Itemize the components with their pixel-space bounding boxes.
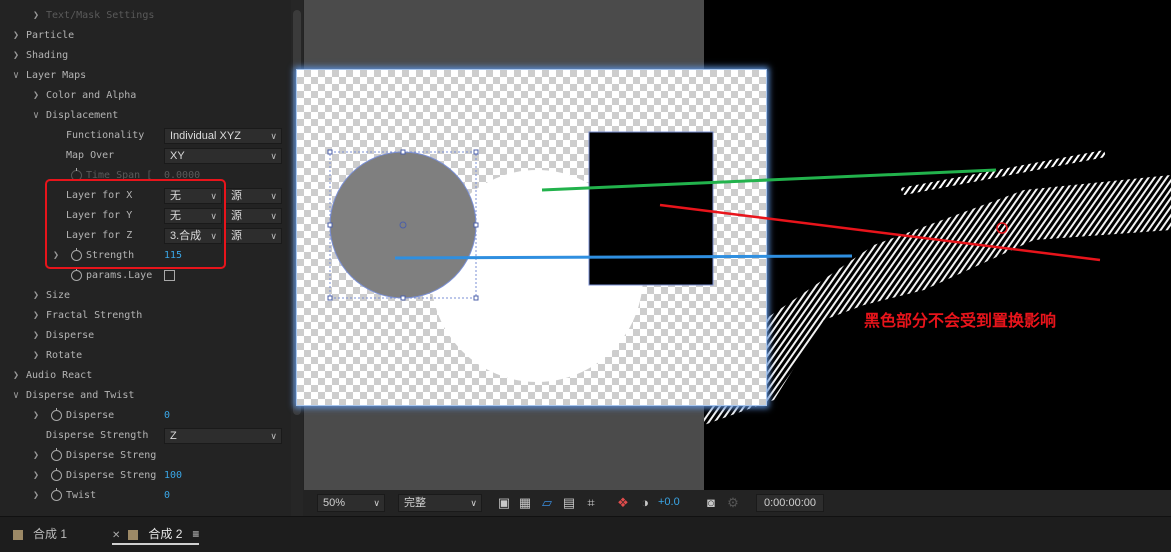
chevron-right-icon[interactable]: ❯	[33, 286, 39, 306]
param-twist: ❯ Twist 0	[0, 486, 290, 506]
tree-row-particle[interactable]: ❯ Particle	[0, 26, 290, 46]
highlight-box	[45, 179, 226, 269]
chevron-right-icon[interactable]: ❯	[13, 366, 19, 386]
chevron-down-icon: ∨	[270, 231, 277, 241]
tree-row-fractal-strength[interactable]: ❯ Fractal Strength	[0, 306, 290, 326]
black-rectangle	[588, 131, 714, 286]
chevron-down-icon[interactable]: ∨	[13, 386, 19, 406]
tree-row-rotate[interactable]: ❯ Rotate	[0, 346, 290, 366]
chevron-down-icon: ∨	[470, 498, 477, 508]
handle[interactable]	[327, 295, 333, 301]
param-functionality: Functionality Individual XYZ ∨	[0, 126, 290, 146]
tab-comp-2[interactable]: ✕ 合成 2 ≡	[112, 525, 200, 545]
exposure-value[interactable]: +0.0	[658, 496, 680, 508]
chevron-down-icon: ∨	[270, 151, 277, 161]
handle[interactable]	[327, 222, 333, 228]
tree-row-size[interactable]: ❯ Size	[0, 286, 290, 306]
stopwatch-icon[interactable]	[51, 488, 62, 501]
canvas-shapes	[327, 131, 714, 382]
param-params-layer: params.Laye	[0, 266, 290, 286]
param-disperse-strength: Disperse Strength Z ∨	[0, 426, 290, 446]
tree-row-disperse-and-twist[interactable]: ∨ Disperse and Twist	[0, 386, 290, 406]
stopwatch-icon[interactable]	[51, 408, 62, 421]
composition-icon	[13, 529, 23, 540]
particle-band-main	[704, 175, 1171, 425]
tree-row-layer-maps[interactable]: ∨ Layer Maps	[0, 66, 290, 86]
tree-row-shading[interactable]: ❯ Shading	[0, 46, 290, 66]
param-map-over: Map Over XY ∨	[0, 146, 290, 166]
gray-circle[interactable]	[329, 151, 477, 299]
chevron-right-icon[interactable]: ❯	[33, 466, 39, 486]
functionality-dropdown[interactable]: Individual XYZ ∨	[164, 128, 282, 144]
handle[interactable]	[327, 149, 333, 155]
handle[interactable]	[400, 149, 406, 155]
param-disperse-streng-2: ❯ Disperse Streng 100	[0, 466, 290, 486]
chevron-down-icon: ∨	[270, 431, 277, 441]
handle[interactable]	[473, 295, 479, 301]
composition-tabs: 合成 1 ✕ 合成 2 ≡	[0, 516, 1171, 552]
resolution-dropdown[interactable]: 完整 ∨	[398, 494, 482, 512]
stopwatch-icon[interactable]	[71, 268, 82, 281]
viewer-toolbar: 50% ∨ 完整 ∨ ▣ ▦ ▱ ▤ ⌗ ❖ ◑ +0.0 ◙ ⚙ 0:00:00:…	[304, 490, 1171, 516]
show-snapshot-icon[interactable]: ⚙	[725, 495, 741, 511]
composition-icon	[128, 529, 139, 540]
transparency-grid-icon[interactable]: ▦	[517, 495, 533, 511]
tab-comp-1[interactable]: 合成 1	[13, 525, 67, 545]
exposure-reset-icon[interactable]: ◑	[637, 495, 653, 511]
chevron-right-icon[interactable]: ❯	[33, 406, 39, 426]
chevron-down-icon[interactable]: ∨	[33, 106, 39, 126]
comp-canvas[interactable]	[296, 69, 767, 406]
layer-for-x-source-dropdown[interactable]: 源 ∨	[225, 188, 282, 204]
chevron-right-icon[interactable]: ❯	[33, 6, 39, 26]
tree-row-displacement[interactable]: ∨ Displacement	[0, 106, 290, 126]
tree-row-audio-react[interactable]: ❯ Audio React	[0, 366, 290, 386]
close-icon[interactable]: ✕	[112, 530, 120, 541]
chevron-right-icon[interactable]: ❯	[33, 86, 39, 106]
render-preview	[704, 0, 1171, 490]
chevron-down-icon: ∨	[270, 211, 277, 221]
handle[interactable]	[400, 295, 406, 301]
timecode-field[interactable]: 0:00:00:00	[756, 494, 824, 512]
region-of-interest-icon[interactable]: ▤	[561, 495, 577, 511]
stopwatch-icon[interactable]	[51, 468, 62, 481]
layer-for-y-source-dropdown[interactable]: 源 ∨	[225, 208, 282, 224]
map-over-dropdown[interactable]: XY ∨	[164, 148, 282, 164]
chevron-down-icon: ∨	[373, 498, 380, 508]
params-layer-checkbox[interactable]	[164, 270, 175, 281]
chevron-down-icon: ∨	[270, 191, 277, 201]
tree-row-text-mask-settings[interactable]: ❯ Text/Mask Settings	[0, 6, 290, 26]
channels-icon[interactable]: ❖	[615, 495, 631, 511]
chevron-down-icon[interactable]: ∨	[13, 66, 19, 86]
chevron-right-icon[interactable]: ❯	[33, 346, 39, 366]
chevron-right-icon[interactable]: ❯	[33, 306, 39, 326]
tree-row-color-and-alpha[interactable]: ❯ Color and Alpha	[0, 86, 290, 106]
effect-controls-panel: ❯ Text/Mask Settings ❯ Particle ❯ Shadin…	[0, 0, 290, 516]
chevron-right-icon[interactable]: ❯	[13, 26, 19, 46]
camera-snapshot-icon[interactable]: ◙	[703, 495, 719, 511]
disperse-strength-dropdown[interactable]: Z ∨	[164, 428, 282, 444]
param-disperse: ❯ Disperse 0	[0, 406, 290, 426]
tree-row-disperse[interactable]: ❯ Disperse	[0, 326, 290, 346]
handle[interactable]	[473, 222, 479, 228]
menu-icon[interactable]: ≡	[192, 527, 199, 541]
particle-render	[704, 150, 1171, 425]
stopwatch-icon[interactable]	[51, 448, 62, 461]
chevron-right-icon[interactable]: ❯	[33, 446, 39, 466]
param-disperse-streng-1: ❯ Disperse Streng	[0, 446, 290, 466]
mask-path-icon[interactable]: ▱	[539, 495, 555, 511]
fast-preview-icon[interactable]: ▣	[496, 495, 512, 511]
handle[interactable]	[473, 149, 479, 155]
grid-guides-icon[interactable]: ⌗	[583, 495, 599, 511]
chevron-right-icon[interactable]: ❯	[13, 46, 19, 66]
chevron-down-icon: ∨	[270, 131, 277, 141]
annotation-text: 黑色部分不会受到置换影响	[864, 311, 1057, 330]
chevron-right-icon[interactable]: ❯	[33, 326, 39, 346]
layer-for-z-source-dropdown[interactable]: 源 ∨	[225, 228, 282, 244]
chevron-right-icon[interactable]: ❯	[33, 486, 39, 506]
zoom-dropdown[interactable]: 50% ∨	[317, 494, 385, 512]
